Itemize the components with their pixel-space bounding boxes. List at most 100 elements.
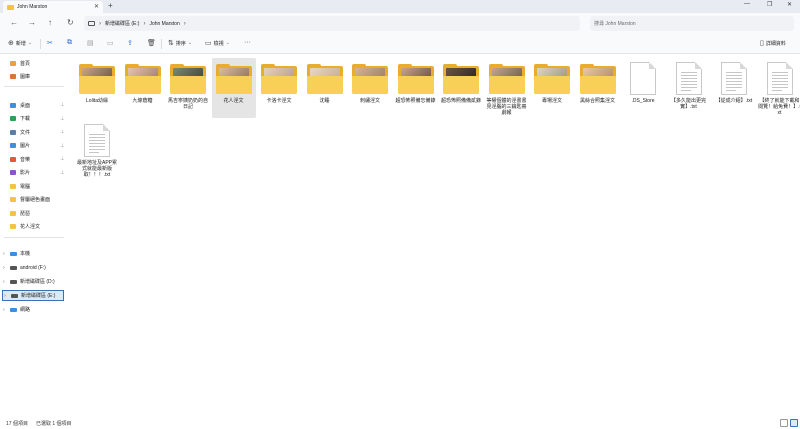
- title-bar: John Marston ✕ + — ❐ ✕: [0, 0, 800, 13]
- address-bar[interactable]: › 新增磁碟區 (E:) › John Marston ›: [84, 16, 580, 31]
- nav-item[interactable]: 影片 ⊥: [10, 168, 64, 178]
- folder-icon: [10, 183, 16, 189]
- up-button[interactable]: ↑: [48, 18, 52, 27]
- search-input[interactable]: 搜尋 John Marston: [590, 16, 794, 31]
- nav-item[interactable]: 桌面 ⊥: [10, 100, 64, 110]
- network-icon: [10, 307, 17, 312]
- nav-item[interactable]: 花人淫文: [10, 222, 40, 232]
- pin-icon: ⊥: [60, 142, 65, 149]
- file-name: Lolita幼緣: [86, 98, 108, 104]
- folder-item[interactable]: 沈睡: [303, 58, 347, 118]
- file-item[interactable]: 【從成介紹】.txt: [712, 58, 756, 118]
- desktop-icon: [10, 102, 16, 108]
- command-bar: ⊕ 新增 ⌄ ✂ ⧉ ▤ ▭ ⇪ 🗑 ⇅ 排序 ⌄ ▭ 檢視 ⌄ ··· ▯ 詳…: [0, 34, 800, 54]
- file-list: Lolita幼緣 九條蔭糖 馬吉寧姨奶奶的自日記 花人淫文 卡洛卡淫文 沈睡 刺繡淫文 超恐怖…: [68, 54, 800, 415]
- view-icon: ▭: [205, 40, 212, 47]
- refresh-button[interactable]: ↻: [67, 18, 74, 27]
- chevron-right-icon[interactable]: ›: [4, 293, 11, 299]
- chevron-right-icon[interactable]: ›: [3, 279, 10, 285]
- nav-item[interactable]: 圖片 ⊥: [10, 141, 64, 151]
- new-tab-button[interactable]: +: [108, 1, 113, 10]
- breadcrumb-drive[interactable]: 新增磁碟區 (E:): [105, 20, 139, 27]
- tiles-view-button[interactable]: [790, 419, 798, 427]
- nav-item[interactable]: 首頁: [10, 58, 30, 68]
- file-explorer-window: John Marston ✕ + — ❐ ✕ ← → ↑ ↻ › 新增磁碟區 (…: [0, 0, 800, 429]
- file-item[interactable]: .DS_Store: [621, 58, 665, 118]
- paste-icon: ▤: [87, 40, 94, 47]
- breadcrumb-separator: ›: [143, 20, 146, 27]
- folder-item[interactable]: 等權個體的淫書書見淫腦的三鑰匙冊劇報: [485, 58, 529, 118]
- drive-item[interactable]: › 新增磁碟區 (D:): [3, 276, 55, 287]
- nav-item-label: 桌面: [20, 102, 31, 109]
- file-item[interactable]: 【多久能出更完實】.txt: [667, 58, 711, 118]
- nav-item[interactable]: 電腦: [10, 181, 30, 191]
- maximize-button[interactable]: ❐: [767, 1, 772, 8]
- nav-item[interactable]: 音樂 ⊥: [10, 154, 64, 164]
- back-button[interactable]: ←: [10, 18, 18, 27]
- file-item[interactable]: 【終了就能下載和閱覽！給免費！】.txt: [758, 58, 800, 118]
- folder-icon: [79, 64, 115, 94]
- copy-button[interactable]: ⧉: [67, 39, 74, 47]
- nav-item[interactable]: 琵琶: [10, 208, 30, 218]
- cut-button[interactable]: ✂: [47, 39, 55, 47]
- nav-item[interactable]: 督屬絕色畫面: [10, 195, 50, 205]
- file-name: 專場淫文: [541, 98, 562, 104]
- more-options-button[interactable]: ···: [244, 39, 253, 46]
- folder-item[interactable]: 卡洛卡淫文: [257, 58, 301, 118]
- chevron-right-icon[interactable]: ›: [3, 307, 10, 313]
- details-view-button[interactable]: [780, 419, 788, 427]
- divider: [4, 86, 64, 87]
- new-button[interactable]: ⊕ 新增 ⌄: [8, 39, 32, 47]
- minimize-button[interactable]: —: [744, 1, 750, 7]
- folder-item[interactable]: 超恐怖照備忘備錄: [394, 58, 438, 118]
- folder-item[interactable]: 馬吉寧姨奶奶的自日記: [166, 58, 210, 118]
- details-pane-button[interactable]: ▯ 詳細資料: [760, 39, 786, 47]
- folder-item[interactable]: 黑絲合照集淫文: [576, 58, 620, 118]
- file-name: 【終了就能下載和閱覽！給免費！】.txt: [758, 98, 800, 116]
- tab-john-marston[interactable]: John Marston ✕: [3, 1, 103, 13]
- folder-item[interactable]: 專場淫文: [530, 58, 574, 118]
- folder-item[interactable]: 刺繡淫文: [348, 58, 392, 118]
- folder-item[interactable]: 花人淫文: [211, 58, 256, 118]
- folder-item[interactable]: Lolita幼緣: [75, 58, 119, 118]
- share-icon: ⇪: [127, 40, 133, 47]
- nav-item[interactable]: 文件 ⊥: [10, 127, 64, 137]
- sort-button[interactable]: ⇅ 排序 ⌄: [168, 39, 192, 47]
- folder-item[interactable]: 九條蔭糖: [121, 58, 165, 118]
- pin-icon: ⊥: [60, 115, 65, 122]
- nav-item[interactable]: 圖庫: [10, 71, 30, 81]
- drive-item[interactable]: › 新增磁碟區 (E:): [2, 290, 64, 301]
- drive-label: 新增磁碟區 (D:): [20, 279, 55, 285]
- text-file-icon: [675, 62, 702, 95]
- view-button[interactable]: ▭ 檢視 ⌄: [205, 39, 230, 47]
- drive-item[interactable]: › android (F:): [3, 262, 46, 273]
- folder-icon: [215, 64, 252, 94]
- tab-close-icon[interactable]: ✕: [94, 3, 99, 10]
- nav-item[interactable]: 下載 ⊥: [10, 114, 64, 124]
- rename-button[interactable]: ▭: [107, 39, 116, 47]
- videos-icon: [10, 170, 16, 175]
- folder-icon: [579, 64, 616, 94]
- file-name: 沈睡: [319, 98, 330, 104]
- delete-button[interactable]: 🗑: [147, 39, 158, 47]
- folder-icon: [170, 64, 206, 94]
- trash-icon: 🗑: [147, 40, 156, 47]
- text-file-icon: [84, 124, 110, 157]
- nav-item-label: 下載: [20, 116, 31, 122]
- file-name: 等權個體的淫書書見淫腦的三鑰匙冊劇報: [486, 98, 527, 116]
- drive-item[interactable]: › 本機: [3, 248, 30, 259]
- share-button[interactable]: ⇪: [127, 39, 135, 47]
- file-item[interactable]: 最新地址及APP累式就能最新版取！！！.txt: [75, 120, 119, 180]
- chevron-right-icon[interactable]: ›: [3, 265, 10, 271]
- drive-item[interactable]: › 網路: [3, 304, 30, 315]
- more-icon: ···: [244, 39, 251, 46]
- close-window-button[interactable]: ✕: [787, 1, 792, 8]
- chevron-right-icon[interactable]: ›: [3, 251, 10, 257]
- folder-icon: [10, 197, 16, 202]
- folder-item[interactable]: 超恐怖照備備貳錄: [439, 58, 483, 118]
- new-label: 新增: [15, 40, 26, 47]
- cut-icon: ✂: [47, 40, 53, 47]
- paste-button[interactable]: ▤: [87, 39, 96, 47]
- breadcrumb-folder[interactable]: John Marston: [149, 21, 179, 27]
- forward-button[interactable]: →: [28, 18, 36, 27]
